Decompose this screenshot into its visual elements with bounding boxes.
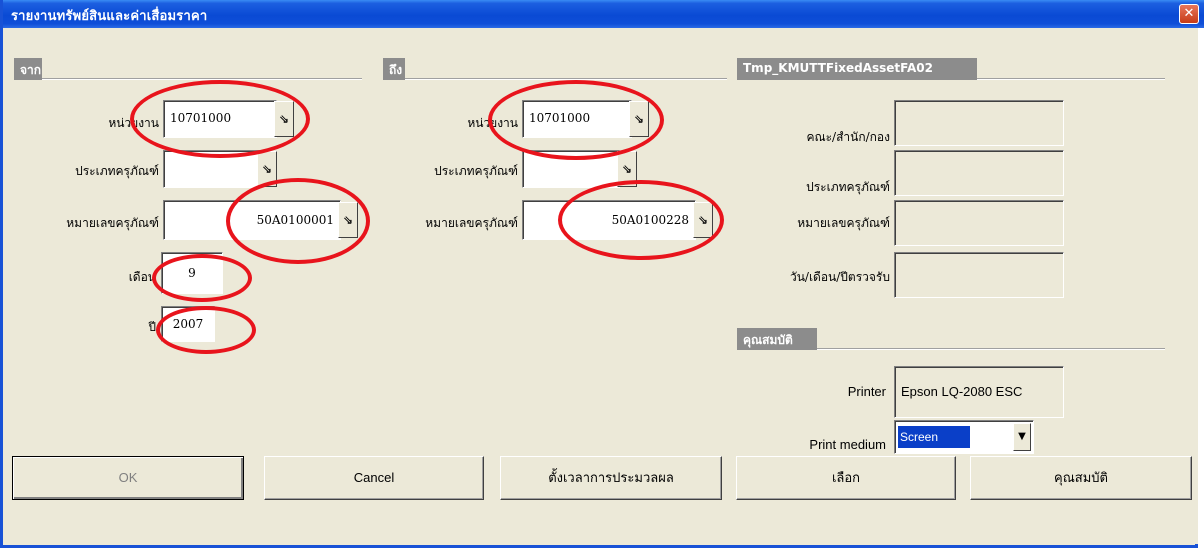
info-group-header: Tmp_KMUTTFixedAssetFA02 — [737, 58, 977, 80]
close-button[interactable]: ✕ — [1179, 4, 1199, 24]
properties-button[interactable]: คุณสมบัติ — [970, 456, 1192, 500]
from-month-label: เดือน — [128, 270, 156, 284]
from-group-divider — [42, 78, 362, 80]
to-unit-lookup-button[interactable]: ⇘ — [629, 101, 649, 137]
from-asset-type-lookup-button[interactable]: ⇘ — [257, 151, 277, 187]
select-button[interactable]: เลือก — [736, 456, 956, 500]
from-asset-number-lookup-button[interactable]: ⇘ — [338, 202, 358, 238]
to-group-divider — [405, 78, 727, 80]
print-medium-select[interactable]: Screen ▼ — [894, 420, 1034, 454]
info-receive-date-label: วัน/เดือน/ปีตรวจรับ — [789, 270, 890, 284]
to-asset-number-input[interactable]: 50A0100228 — [522, 200, 696, 240]
properties-group-header: คุณสมบัติ — [737, 328, 817, 350]
dialog-window: รายงานทรัพย์สินและค่าเสื่อมราคา ✕ จาก หน… — [0, 0, 1204, 548]
from-asset-number-input[interactable]: 50A0100001 — [163, 200, 341, 240]
from-month-input[interactable]: 9 — [161, 252, 223, 294]
dialog-body: จาก หน่วยงาน 10701000 ⇘ ประเภทครุภัณฑ์ ⇘… — [6, 28, 1198, 544]
to-asset-number-label: หมายเลขครุภัณฑ์ — [425, 216, 518, 230]
from-asset-type-label: ประเภทครุภัณฑ์ — [75, 164, 159, 178]
properties-group-divider — [817, 348, 1165, 350]
from-unit-input[interactable]: 10701000 — [163, 100, 277, 138]
from-asset-type-input[interactable] — [163, 150, 261, 188]
print-medium-label: Print medium — [809, 437, 886, 452]
to-asset-type-input[interactable] — [522, 150, 620, 188]
to-asset-number-lookup-button[interactable]: ⇘ — [693, 202, 713, 238]
printer-field: Epson LQ-2080 ESC — [894, 366, 1064, 418]
from-unit-lookup-button[interactable]: ⇘ — [274, 101, 294, 137]
chevron-down-icon[interactable]: ▼ — [1013, 423, 1031, 451]
from-group-header: จาก — [14, 58, 42, 80]
info-faculty-label: คณะ/สำนัก/กอง — [806, 130, 890, 144]
from-year-label: ปี — [148, 320, 156, 334]
info-asset-number-label: หมายเลขครุภัณฑ์ — [797, 216, 890, 230]
to-asset-type-label: ประเภทครุภัณฑ์ — [434, 164, 518, 178]
to-unit-input[interactable]: 10701000 — [522, 100, 632, 138]
from-asset-number-label: หมายเลขครุภัณฑ์ — [66, 216, 159, 230]
print-medium-selected: Screen — [898, 426, 970, 448]
ok-button[interactable]: OK — [12, 456, 244, 500]
to-unit-label: หน่วยงาน — [467, 116, 518, 130]
cancel-button[interactable]: Cancel — [264, 456, 484, 500]
info-asset-type-field — [894, 150, 1064, 196]
info-asset-number-field — [894, 200, 1064, 246]
info-faculty-field — [894, 100, 1064, 146]
to-asset-type-lookup-button[interactable]: ⇘ — [617, 151, 637, 187]
info-asset-type-label: ประเภทครุภัณฑ์ — [806, 180, 890, 194]
info-receive-date-field — [894, 252, 1064, 298]
window-title: รายงานทรัพย์สินและค่าเสื่อมราคา — [11, 9, 208, 24]
printer-label: Printer — [847, 384, 886, 399]
schedule-processing-button[interactable]: ตั้งเวลาการประมวลผล — [500, 456, 722, 500]
from-year-input[interactable]: 2007 — [161, 306, 215, 342]
to-group-header: ถึง — [383, 58, 405, 80]
title-bar[interactable]: รายงานทรัพย์สินและค่าเสื่อมราคา ✕ — [3, 0, 1204, 28]
from-unit-label: หน่วยงาน — [108, 116, 159, 130]
info-group-divider — [977, 78, 1165, 80]
